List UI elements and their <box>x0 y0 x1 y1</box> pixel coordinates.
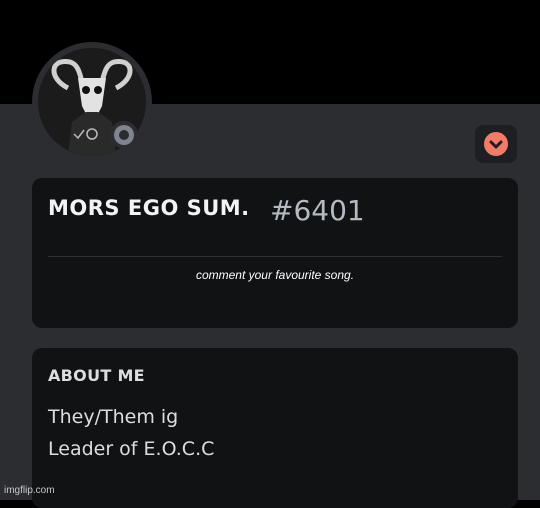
discriminator: #6401 <box>270 194 365 227</box>
watermark: imgflip.com <box>4 485 55 496</box>
caption-text: comment your favourite song. <box>195 268 355 282</box>
about-panel: ABOUT ME They/Them ig Leader of E.O.C.C <box>32 348 518 508</box>
profile-badge-button[interactable] <box>475 125 517 163</box>
divider <box>48 256 502 257</box>
about-line-role: Leader of E.O.C.C <box>48 438 215 460</box>
status-indicator <box>114 125 134 145</box>
username: MORS EGO SUM. <box>48 196 250 220</box>
name-panel: MORS EGO SUM. #6401 comment your favouri… <box>32 178 518 328</box>
chevron-down-icon <box>489 140 503 149</box>
about-heading: ABOUT ME <box>48 366 145 385</box>
offline-status-icon <box>110 121 138 149</box>
badge-dot <box>484 132 508 156</box>
about-line-pronouns: They/Them ig <box>48 406 179 428</box>
